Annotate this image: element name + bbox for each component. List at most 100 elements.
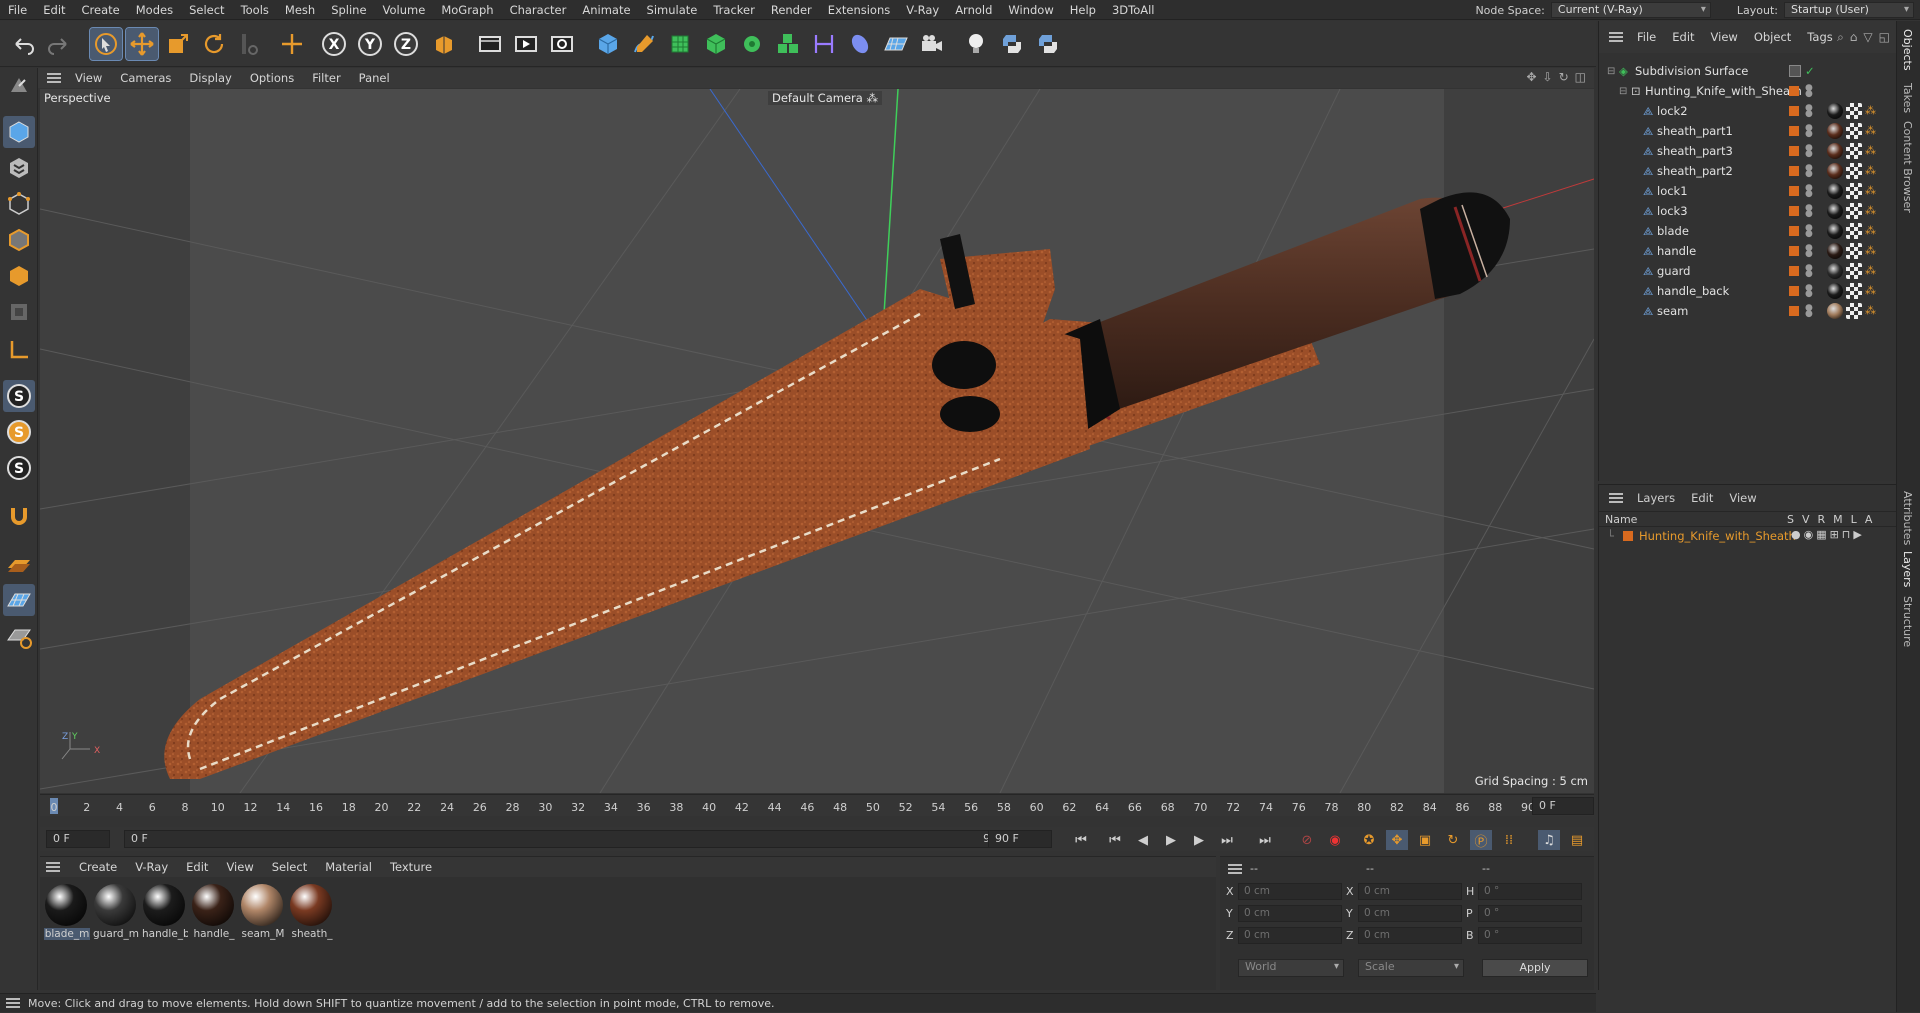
uvw-tag-icon[interactable] (1846, 183, 1862, 199)
material-menu-material[interactable]: Material (316, 860, 381, 874)
recent-tool-icon[interactable] (234, 28, 266, 60)
layer-color-swatch[interactable] (1789, 106, 1799, 116)
extrude-generator-icon[interactable] (700, 28, 732, 60)
material-swatch[interactable]: blade_m (44, 884, 90, 940)
previous-key-icon[interactable]: ⏮ (1104, 830, 1126, 850)
menu-tracker[interactable]: Tracker (705, 3, 763, 17)
uvw-tag-icon[interactable] (1846, 163, 1862, 179)
record-keys-icon[interactable]: ⊘ (1296, 830, 1318, 850)
menu-render[interactable]: Render (763, 3, 820, 17)
coord-value-field[interactable]: 0 cm (1238, 905, 1342, 922)
object-row-blade[interactable]: ⟁ blade ● ● ⁂ (1599, 221, 1897, 241)
layer-color-swatch[interactable] (1789, 306, 1799, 316)
menu-extensions[interactable]: Extensions (820, 3, 898, 17)
menu-file[interactable]: File (0, 3, 35, 17)
object-menu-tags[interactable]: Tags (1799, 30, 1840, 44)
menu-3dtoall[interactable]: 3DToAll (1104, 3, 1163, 17)
menu-window[interactable]: Window (1000, 3, 1061, 17)
timeline-ruler[interactable]: 0 2 4 6 8 10 12 14 16 18 20 22 24 26 28 30 32 34 36 38 40 42 4… (40, 794, 1594, 816)
next-frame-icon[interactable]: ▶ (1188, 830, 1210, 850)
uvw-tag-icon[interactable] (1846, 263, 1862, 279)
menu-simulate[interactable]: Simulate (639, 3, 706, 17)
tab-objects[interactable]: Objects (1901, 29, 1914, 71)
phong-tag-icon[interactable]: ⁂ (1865, 143, 1881, 159)
toggle-view-icon[interactable]: ◫ (1575, 70, 1586, 84)
snap-3d-icon[interactable]: S (3, 452, 35, 484)
material-menu-texture[interactable]: Texture (381, 860, 441, 874)
material-tag-icon[interactable] (1827, 303, 1843, 319)
material-tag-icon[interactable] (1827, 103, 1843, 119)
menu-edit[interactable]: Edit (35, 3, 73, 17)
camera-icon[interactable] (916, 28, 948, 60)
z-axis-lock-icon[interactable]: Z (390, 28, 422, 60)
layer-row[interactable]: └ Hunting_Knife_with_Sheath ●◉▦⊞⊓▶ (1599, 527, 1896, 545)
model-mode-icon[interactable] (3, 116, 35, 148)
new-window-icon[interactable]: ◱ (1879, 30, 1890, 45)
scale-tool-icon[interactable] (162, 28, 194, 60)
object-row-sheath-part3[interactable]: ⟁ sheath_part3 ● ● ⁂ (1599, 141, 1897, 161)
visibility-dots[interactable]: ● ● (1805, 144, 1813, 159)
object-row-seam[interactable]: ⟁ seam ● ● ⁂ (1599, 301, 1897, 321)
layer-color-swatch[interactable] (1789, 286, 1799, 296)
snap-enable-icon[interactable]: S (3, 380, 35, 412)
menu-select[interactable]: Select (181, 3, 232, 17)
home-icon[interactable]: ⌂ (1850, 30, 1858, 45)
phong-tag-icon[interactable]: ⁂ (1865, 223, 1881, 239)
y-axis-lock-icon[interactable]: Y (354, 28, 386, 60)
viewport-menu-display[interactable]: Display (180, 71, 240, 85)
phong-tag-icon[interactable]: ⁂ (1865, 303, 1881, 319)
undo-icon[interactable] (8, 28, 40, 60)
material-menu-select[interactable]: Select (263, 860, 316, 874)
tab-layers[interactable]: Layers (1901, 551, 1914, 587)
uvw-tag-icon[interactable] (1846, 243, 1862, 259)
object-row-sheath-part2[interactable]: ⟁ sheath_part2 ● ● ⁂ (1599, 161, 1897, 181)
object-row-handle[interactable]: ⟁ handle ● ● ⁂ (1599, 241, 1897, 261)
status-menu-icon[interactable] (6, 998, 20, 1008)
material-menu-edit[interactable]: Edit (177, 860, 217, 874)
viewport-menu-view[interactable]: View (66, 71, 111, 85)
viewport-menu-cameras[interactable]: Cameras (111, 71, 180, 85)
menu-volume[interactable]: Volume (375, 3, 434, 17)
visibility-dots[interactable]: ● ● (1805, 204, 1813, 219)
workplane-icon[interactable] (3, 548, 35, 580)
texture-mode-icon[interactable] (3, 152, 35, 184)
layer-color-swatch[interactable] (1789, 226, 1799, 236)
menu-v-ray[interactable]: V-Ray (898, 3, 947, 17)
render-picture-viewer-icon[interactable] (510, 28, 542, 60)
apply-button[interactable]: Apply (1482, 959, 1588, 977)
key-pla-icon[interactable]: ⁞⁞ (1498, 830, 1520, 850)
layer-menu-layers[interactable]: Layers (1629, 491, 1683, 505)
start-frame-field[interactable]: 0 F (46, 830, 110, 848)
render-view-icon[interactable] (474, 28, 506, 60)
material-swatch[interactable]: handle_b (142, 884, 188, 940)
coord-value-field[interactable]: 0 ° (1478, 927, 1582, 944)
preview-range-slider[interactable]: 0 F 90 F (124, 830, 1014, 848)
snap-settings-icon[interactable]: S (3, 416, 35, 448)
material-swatch[interactable]: seam_M (240, 884, 284, 940)
points-mode-icon[interactable] (3, 188, 35, 220)
go-to-end-icon[interactable]: ⏭ (1254, 830, 1276, 850)
menu-character[interactable]: Character (502, 3, 575, 17)
render-settings-icon[interactable] (546, 28, 578, 60)
uvw-tag-icon[interactable] (1846, 123, 1862, 139)
tab-structure[interactable]: Structure (1901, 596, 1914, 647)
viewport-menu-icon[interactable] (47, 73, 61, 83)
uvw-tag-icon[interactable] (1846, 303, 1862, 319)
visibility-dots[interactable]: ● ● (1805, 124, 1813, 139)
material-tag-icon[interactable] (1827, 183, 1843, 199)
python-plugin-icon[interactable] (1032, 28, 1064, 60)
light-icon[interactable] (960, 28, 992, 60)
phong-tag-icon[interactable]: ⁂ (1865, 183, 1881, 199)
visibility-dots[interactable]: ● ● (1805, 184, 1813, 199)
camera-name-label[interactable]: Default Camera ⁂ (768, 91, 882, 105)
layer-swatch[interactable] (1789, 65, 1801, 77)
axis-mode-icon[interactable] (3, 334, 35, 366)
coord-value-field[interactable]: 0 cm (1358, 883, 1462, 900)
x-axis-lock-icon[interactable]: X (318, 28, 350, 60)
autokey-icon[interactable]: ◉ (1324, 830, 1346, 850)
uv-mode-icon[interactable] (3, 296, 35, 328)
coord-value-field[interactable]: 0 ° (1478, 905, 1582, 922)
layer-menu-edit[interactable]: Edit (1683, 491, 1721, 505)
coord-value-field[interactable]: 0 ° (1478, 883, 1582, 900)
floor-icon[interactable] (880, 28, 912, 60)
